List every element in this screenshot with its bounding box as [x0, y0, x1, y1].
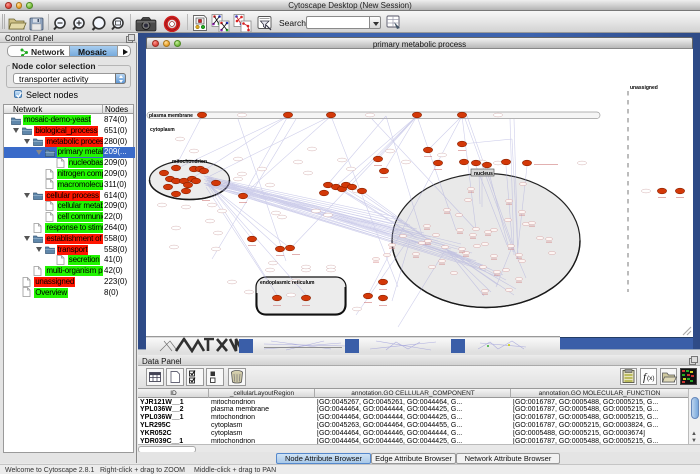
svg-text:(x): (x) — [647, 375, 655, 382]
svg-text:mitochondrion: mitochondrion — [172, 159, 207, 165]
svg-text:plasma membrane: plasma membrane — [149, 113, 193, 119]
svg-text:nucleus: nucleus — [474, 171, 493, 177]
svg-text:unassigned: unassigned — [630, 85, 658, 91]
svg-text:endoplasmic reticulum: endoplasmic reticulum — [260, 280, 315, 286]
svg-text:cytoplasm: cytoplasm — [150, 127, 175, 133]
